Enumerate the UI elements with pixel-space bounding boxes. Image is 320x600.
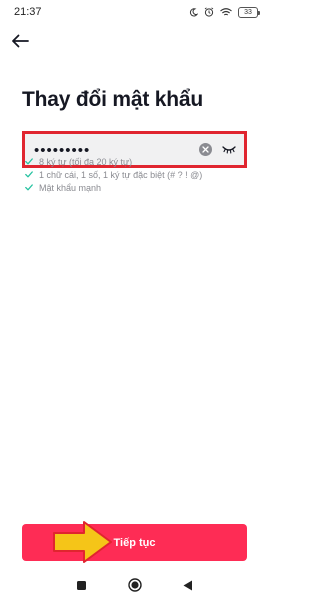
home-icon[interactable] — [125, 575, 145, 595]
requirement-text: 1 chữ cái, 1 số, 1 ký tự đặc biệt (# ? !… — [39, 169, 203, 180]
requirement-text: Mật khẩu mạnh — [39, 182, 102, 193]
password-requirements: 8 ký tự (tối đa 20 ký tự) 1 chữ cái, 1 s… — [25, 155, 255, 194]
battery-level: 33 — [244, 8, 252, 16]
requirement-text: 8 ký tự (tối đa 20 ký tự) — [39, 156, 133, 167]
system-nav-bar — [0, 570, 270, 600]
annotation-arrow-icon — [53, 521, 112, 563]
back-triangle-icon[interactable] — [178, 575, 198, 595]
continue-label: Tiếp tục — [113, 536, 156, 549]
moon-icon — [189, 7, 198, 17]
arrow-left-icon — [11, 34, 29, 53]
requirement-item: Mật khẩu mạnh — [25, 181, 255, 194]
alarm-icon — [204, 7, 214, 17]
status-bar: 21:37 33 — [0, 0, 270, 24]
status-time: 21:37 — [14, 6, 42, 18]
wifi-icon — [220, 7, 232, 17]
page-title: Thay đổi mật khẩu — [22, 88, 203, 111]
status-icons: 33 — [189, 6, 260, 18]
requirement-item: 8 ký tự (tối đa 20 ký tự) — [25, 155, 255, 168]
check-icon — [25, 184, 35, 191]
check-icon — [25, 171, 35, 178]
battery-icon: 33 — [238, 6, 260, 18]
check-icon — [25, 158, 35, 165]
eye-closed-icon[interactable] — [222, 145, 236, 155]
change-password-screen: 21:37 33 Thay đổi mật khẩu ••••••••• 8 k… — [0, 0, 270, 600]
back-button[interactable] — [8, 32, 32, 54]
requirement-item: 1 chữ cái, 1 số, 1 ký tự đặc biệt (# ? !… — [25, 168, 255, 181]
recent-apps-icon[interactable] — [72, 575, 92, 595]
